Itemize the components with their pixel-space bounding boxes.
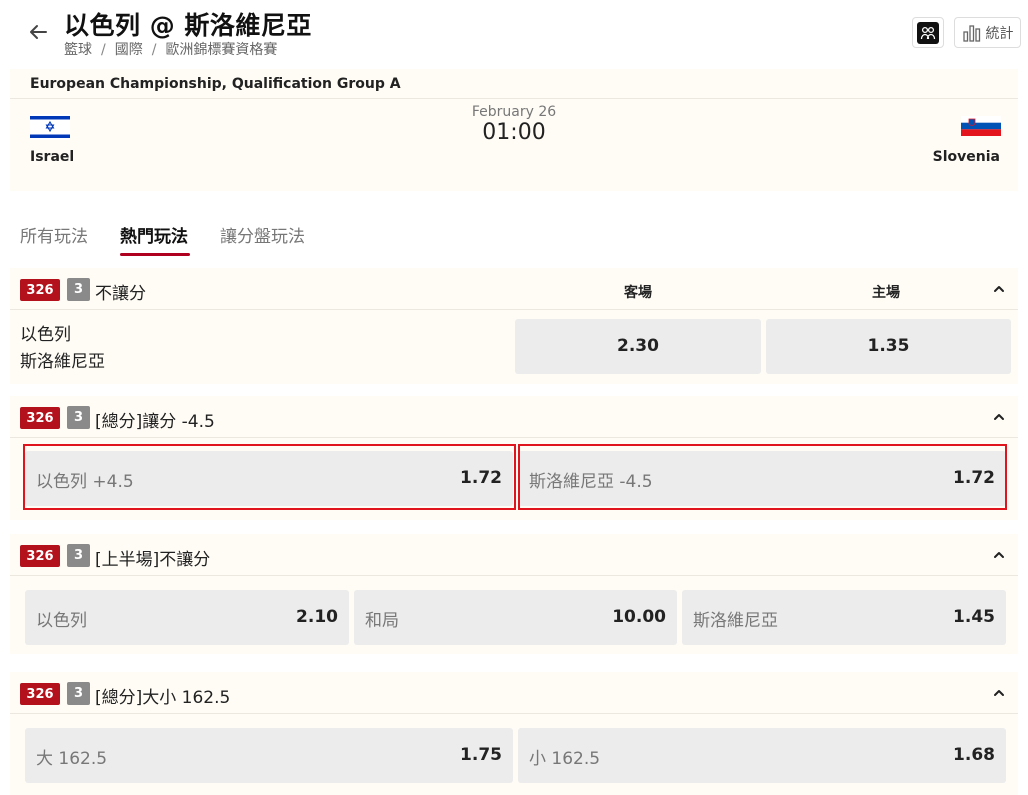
back-arrow-icon[interactable] [26,20,50,44]
option-label: 小 162.5 [529,749,601,769]
bar-chart-icon [962,24,980,42]
team-b-label: 斯洛維尼亞 [20,352,105,372]
odd-value: 1.68 [953,745,995,765]
tab-handicap-markets[interactable]: 讓分盤玩法 [220,222,305,247]
tab-popular-markets[interactable]: 熱門玩法 [120,222,188,247]
odd-button-option-3[interactable]: 斯洛維尼亞 1.45 [682,590,1006,645]
matchup-teams: 以色列 斯洛維尼亞 [20,322,105,376]
chevron-up-icon[interactable] [992,547,1006,561]
odd-button-option-1[interactable]: 以色列 +4.5 1.72 [25,451,513,506]
market-title: [上半場]不讓分 [95,550,211,570]
market-count-badge: 3 [67,682,90,705]
odd-value: 1.35 [867,336,910,356]
col-label-home: 主場 [872,285,900,301]
odd-button-option-2[interactable]: 斯洛維尼亞 -4.5 1.72 [518,451,1006,506]
odd-value: 1.45 [953,607,995,627]
market-handicap: 326 3 [總分]讓分 -4.5 以色列 +4.5 1.72 斯洛維尼亞 -4… [10,396,1018,520]
market-id-badge: 326 [20,407,60,429]
market-title: [總分]大小 162.5 [95,688,231,708]
away-team-name: Slovenia [932,149,1000,165]
odd-value: 10.00 [612,607,666,627]
slovenia-flag-icon [961,116,1001,136]
chevron-up-icon[interactable] [992,281,1006,295]
odd-value: 1.75 [460,745,502,765]
match-date: February 26 [471,104,557,120]
market-tabs: 所有玩法 熱門玩法 讓分盤玩法 [0,222,1028,262]
page-header: 以色列 @ 斯洛維尼亞 籃球 / 國際 / 歐洲錦標賽資格賽 統計 [0,0,1028,66]
odd-button-home[interactable]: 1.35 [766,319,1011,374]
match-time: 01:00 [482,120,546,145]
market-first-half: 326 3 [上半場]不讓分 以色列 2.10 和局 10.00 斯洛維尼亞 1… [10,534,1018,654]
market-id-badge: 326 [20,683,60,705]
odd-button-over[interactable]: 大 162.5 1.75 [25,728,513,783]
market-title: 不讓分 [95,284,146,304]
team-a-label: 以色列 [20,325,71,345]
market-count-badge: 3 [67,544,90,567]
market-moneyline: 326 3 不讓分 客場 主場 以色列 斯洛維尼亞 2.30 1.35 [10,268,1018,384]
home-team-name: Israel [30,149,75,165]
market-totals: 326 3 [總分]大小 162.5 大 162.5 1.75 小 162.5 … [10,672,1018,795]
lineup-icon [917,21,939,44]
market-title: [總分]讓分 -4.5 [95,412,215,432]
option-label: 以色列 [36,611,87,631]
market-header[interactable]: 326 3 不讓分 客場 主場 [10,268,1018,310]
odd-button-under[interactable]: 小 162.5 1.68 [518,728,1006,783]
market-count-badge: 3 [67,406,90,429]
breadcrumb-league[interactable]: 歐洲錦標賽資格賽 [165,42,277,58]
stats-label: 統計 [985,25,1014,42]
stats-button[interactable]: 統計 [954,17,1021,48]
option-label: 和局 [365,611,399,631]
breadcrumb-region[interactable]: 國際 [115,42,143,58]
tab-all-markets[interactable]: 所有玩法 [20,222,88,247]
option-label: 大 162.5 [36,749,108,769]
market-id-badge: 326 [20,545,60,567]
market-id-badge: 326 [20,279,60,301]
odd-button-option-1[interactable]: 以色列 2.10 [25,590,349,645]
market-header[interactable]: 326 3 [上半場]不讓分 [10,534,1018,576]
breadcrumb-sport[interactable]: 籃球 [64,42,92,58]
odd-button-away[interactable]: 2.30 [515,319,761,374]
market-header[interactable]: 326 3 [總分]大小 162.5 [10,672,1018,714]
active-tab-indicator [120,253,190,256]
page-title: 以色列 @ 斯洛維尼亞 [64,11,312,40]
odd-value: 2.10 [296,607,338,627]
odd-value: 2.30 [617,336,659,356]
market-count-badge: 3 [67,278,90,301]
breadcrumb: 籃球 / 國際 / 歐洲錦標賽資格賽 [64,42,278,58]
chevron-up-icon[interactable] [992,685,1006,699]
divider [10,98,1018,99]
league-name: European Championship, Qualification Gro… [30,76,401,92]
option-label: 斯洛維尼亞 -4.5 [529,472,653,492]
odd-button-option-2[interactable]: 和局 10.00 [354,590,677,645]
lineup-button[interactable] [912,17,944,48]
market-header[interactable]: 326 3 [總分]讓分 -4.5 [10,396,1018,438]
chevron-up-icon[interactable] [992,409,1006,423]
odd-value: 1.72 [953,468,995,488]
option-label: 以色列 +4.5 [36,472,134,492]
match-card: European Championship, Qualification Gro… [10,69,1018,191]
col-label-away: 客場 [624,285,652,301]
odd-value: 1.72 [460,468,502,488]
option-label: 斯洛維尼亞 [693,611,778,631]
